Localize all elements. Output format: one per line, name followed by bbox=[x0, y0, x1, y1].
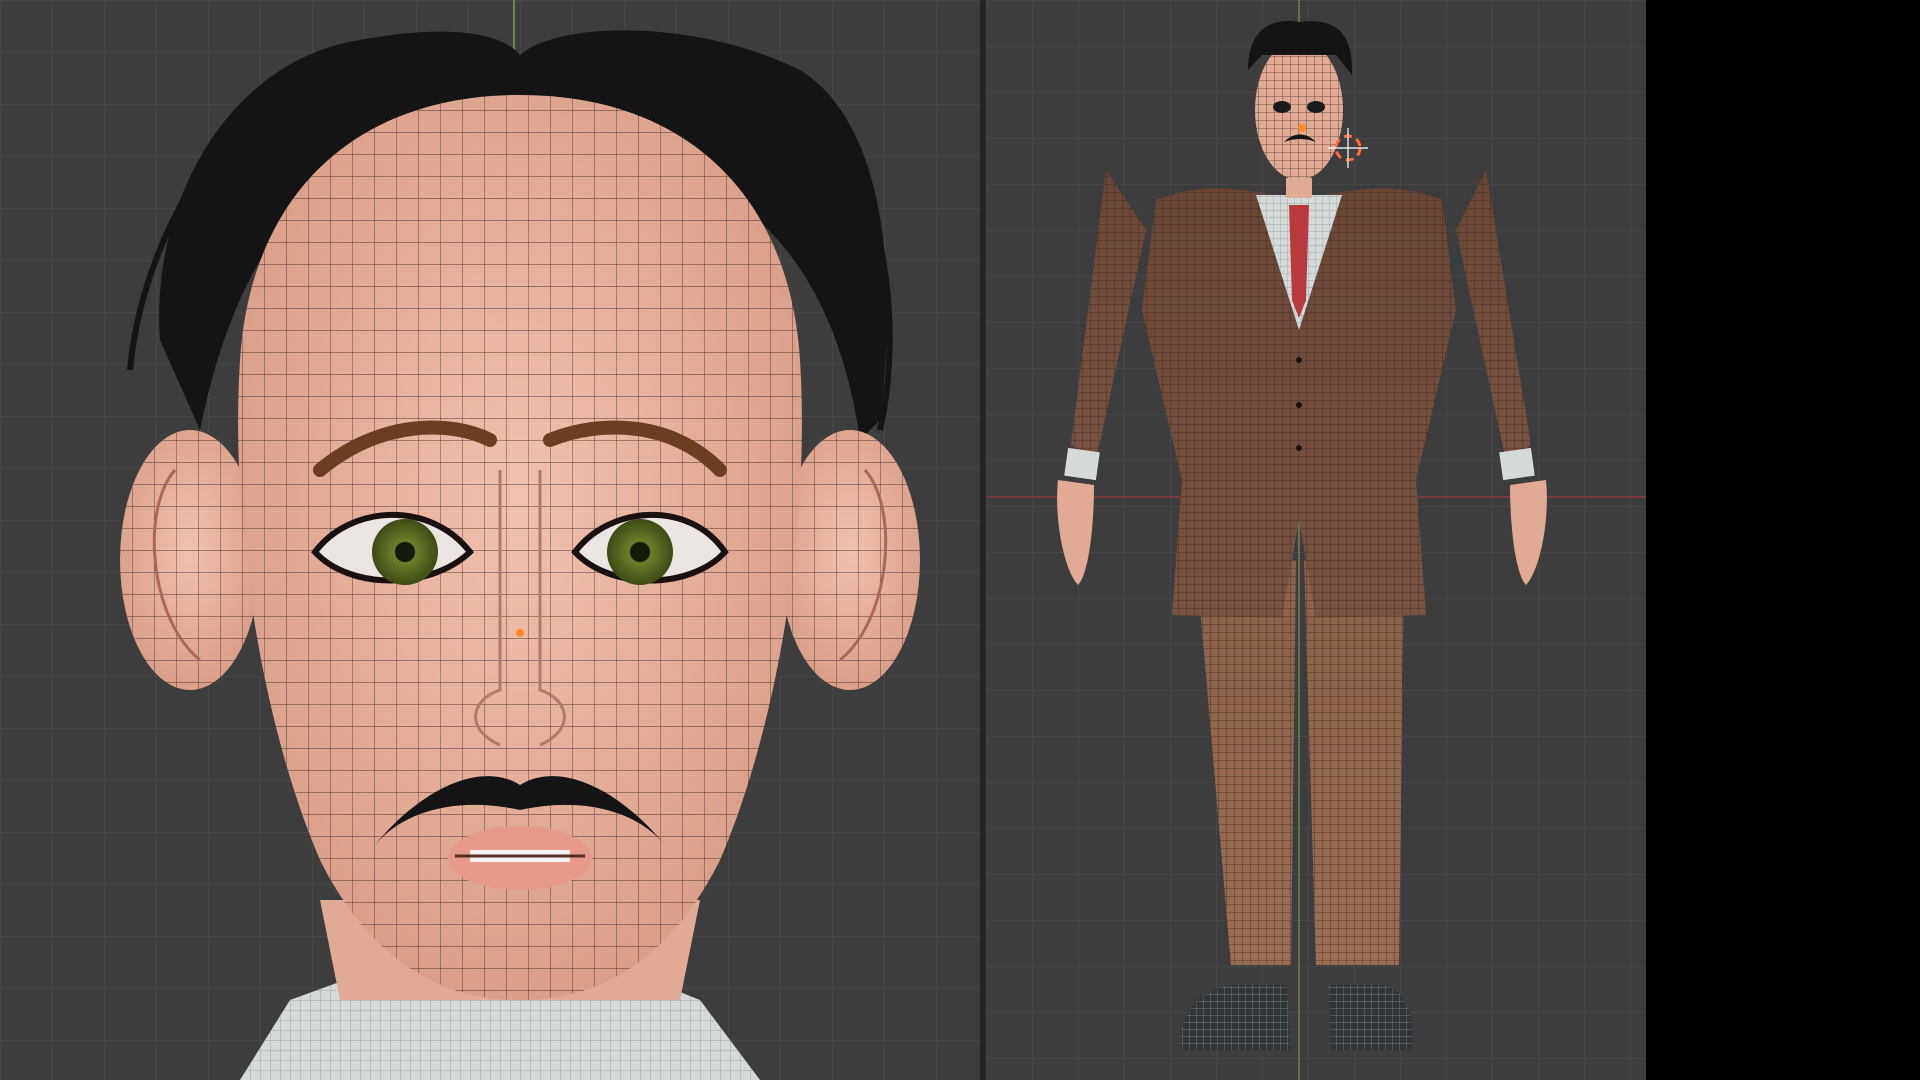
viewport-body[interactable] bbox=[986, 0, 1646, 1080]
head bbox=[1248, 21, 1353, 198]
empty-region bbox=[1646, 0, 1920, 1080]
ear-right bbox=[780, 430, 920, 690]
head-mesh bbox=[120, 0, 920, 1080]
hand-left bbox=[1057, 480, 1094, 585]
ear-left bbox=[120, 430, 260, 690]
mouth bbox=[448, 826, 592, 890]
hand-right bbox=[1510, 480, 1547, 585]
origin-point-icon bbox=[516, 629, 524, 637]
shoes bbox=[1180, 985, 1413, 1050]
origin-point-icon bbox=[1298, 124, 1306, 132]
body-mesh bbox=[986, 0, 1646, 1080]
viewport-head[interactable] bbox=[0, 0, 980, 1080]
pants bbox=[1196, 560, 1404, 965]
